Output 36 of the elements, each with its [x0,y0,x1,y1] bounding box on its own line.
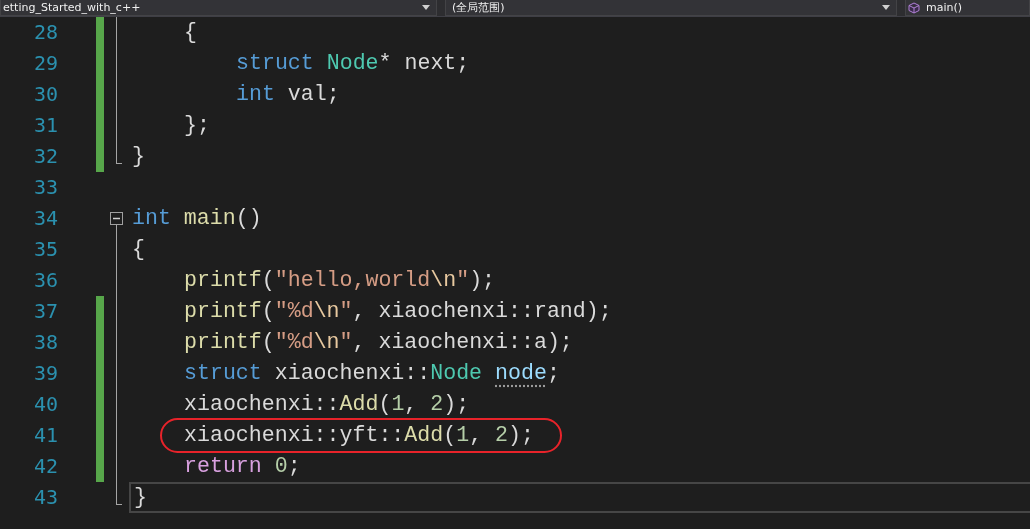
line-number: 42 [32,453,58,480]
code-line: { [132,237,145,262]
line-number: 34 [32,205,58,232]
code-line: { [184,20,197,45]
navigation-dropdown[interactable]: (全局范围) [445,0,897,16]
code-line: } [134,485,147,510]
code-line: printf("hello,world\n"); [184,268,496,293]
code-line: printf("%d\n", xiaochenxi::rand); [184,299,612,324]
code-line: struct Node* next; [236,51,470,76]
collapse-icon[interactable] [110,212,123,225]
line-number: 29 [32,50,58,77]
navigation-dropdown[interactable]: etting_Started_with_c++ [0,0,437,16]
code-line: int val; [236,82,340,107]
code-line: } [132,144,145,169]
line-number: 37 [32,298,58,325]
code-line: return 0; [184,454,301,479]
code-line: printf("%d\n", xiaochenxi::a); [184,330,573,355]
line-number: 33 [32,174,58,201]
navigation-dropdown[interactable]: main() [905,0,1030,16]
line-number: 38 [32,329,58,356]
code-line: xiaochenxi::yft::Add(1, 2); [184,423,534,447]
line-number: 32 [32,143,58,170]
line-number: 39 [32,360,58,387]
line-number: 40 [32,391,58,418]
line-number: 31 [32,112,58,139]
code-line: int main() [132,206,262,231]
code-line: }; [184,113,210,138]
line-number: 35 [32,236,58,263]
line-number: 43 [32,484,58,511]
line-number: 30 [32,81,58,108]
code-line: struct xiaochenxi::Node node; [184,361,560,386]
line-number: 41 [32,422,58,449]
code-line: xiaochenxi::Add(1, 2); [184,392,470,417]
method-icon [908,1,920,14]
line-number: 28 [32,19,58,46]
line-number: 36 [32,267,58,294]
